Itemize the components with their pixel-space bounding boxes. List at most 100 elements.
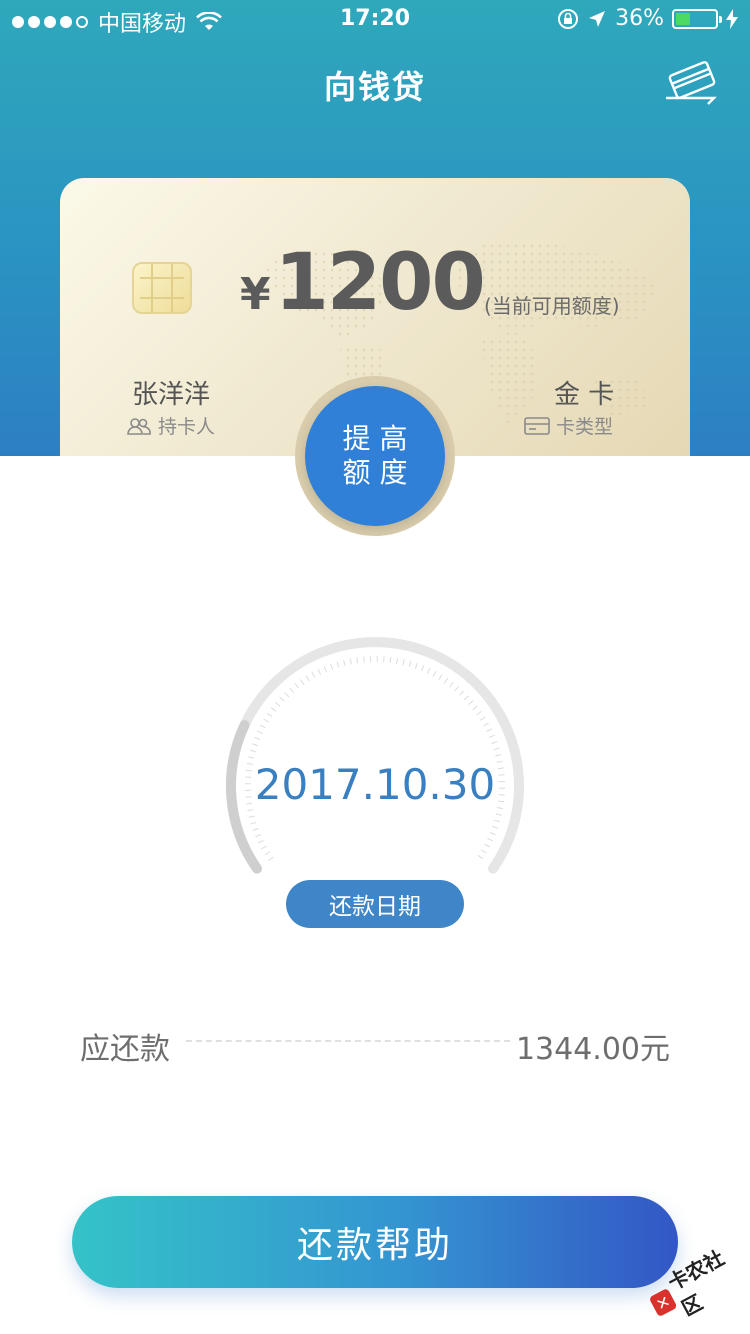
gauge-tick xyxy=(248,815,255,818)
people-icon xyxy=(127,417,151,435)
status-bar: 中国移动 17:20 36% xyxy=(0,0,750,40)
repay-amount-label: 应还款 xyxy=(80,1032,170,1067)
available-amount: ¥ 1200 xyxy=(240,238,486,328)
gauge-tick xyxy=(247,809,254,812)
gauge-tick xyxy=(408,660,412,667)
gauge-tick xyxy=(248,756,255,759)
gauge-tick xyxy=(289,687,294,693)
repay-amount-row: 应还款 1344.00元 xyxy=(80,1022,670,1067)
card-icon[interactable] xyxy=(664,58,720,106)
gauge-arc xyxy=(226,637,524,874)
raise-limit-button[interactable]: 提 高 额 度 xyxy=(305,386,445,526)
gauge-tick xyxy=(459,690,465,696)
location-icon xyxy=(589,10,606,27)
status-right: 36% xyxy=(557,6,738,31)
gauge-tick xyxy=(486,728,493,733)
gauge-tick xyxy=(268,856,274,862)
gauge-tick xyxy=(252,827,259,831)
card-type-icon xyxy=(524,416,550,435)
gauge-tick xyxy=(468,700,474,705)
gauge-tick xyxy=(489,832,496,836)
gauge-tick xyxy=(493,747,500,751)
gauge-tick xyxy=(311,672,316,678)
gauge-tick xyxy=(263,718,269,723)
gauge-tick xyxy=(270,707,277,712)
currency-symbol: ¥ xyxy=(240,269,271,320)
gauge-tick xyxy=(396,657,399,664)
repay-dashed-divider xyxy=(186,1040,510,1042)
gauge-tick xyxy=(264,851,271,856)
gauge-tick xyxy=(449,681,454,688)
due-date-label: 还款日期 xyxy=(286,880,464,928)
charging-bolt-icon xyxy=(726,8,738,29)
gauge-tick xyxy=(356,657,359,664)
gauge-tick xyxy=(323,666,327,673)
gauge-tick xyxy=(414,662,418,669)
gauge-tick xyxy=(472,705,478,711)
due-date-value: 2017.10.30 xyxy=(254,760,496,809)
gauge-tick xyxy=(443,677,449,684)
raise-limit-line2: 额 度 xyxy=(342,456,408,489)
gauge-tick xyxy=(421,665,425,672)
repay-amount-value: 1344.00元 xyxy=(515,1032,670,1067)
raise-limit-line1: 提 高 xyxy=(342,422,408,455)
card-chip-icon xyxy=(132,262,192,314)
page-title: 向钱贷 xyxy=(323,68,426,106)
gauge-tick xyxy=(483,722,489,727)
gauge-tick xyxy=(256,730,263,735)
gauge-tick xyxy=(495,813,502,816)
gauge-tick xyxy=(481,849,487,854)
gauge-tick xyxy=(259,724,266,729)
gauge-tick xyxy=(389,656,392,663)
gauge-ticks xyxy=(244,655,506,862)
gauge-tick xyxy=(426,667,431,674)
battery-fill xyxy=(676,12,690,25)
rotation-lock-icon xyxy=(558,8,579,29)
card-holder-label: 持卡人 xyxy=(158,416,216,438)
gauge-tick xyxy=(284,692,290,698)
gauge-tick xyxy=(266,712,273,718)
gauge-tick xyxy=(402,659,405,666)
gauge-tick xyxy=(432,670,437,677)
amount-value: 1200 xyxy=(274,238,486,328)
gauge-tick xyxy=(454,686,459,692)
gauge-tick xyxy=(492,825,499,829)
gauge-tick xyxy=(299,679,305,685)
gauge-tick xyxy=(250,821,257,825)
due-date-gauge xyxy=(226,637,524,874)
battery-percent: 36% xyxy=(615,6,664,31)
gauge-tick xyxy=(279,696,285,702)
gauge-tick xyxy=(494,819,501,823)
gauge-tick xyxy=(487,837,494,842)
gauge-tick xyxy=(254,736,261,740)
gauge-tick xyxy=(317,668,322,675)
gauge-tick xyxy=(255,834,262,838)
repay-help-button[interactable]: 还款帮助 xyxy=(72,1196,678,1288)
gauge-tick xyxy=(488,734,495,738)
gauge-tick xyxy=(349,658,352,665)
gauge-tick xyxy=(495,754,502,757)
gauge-tick xyxy=(275,702,281,707)
card-type-label: 卡类型 xyxy=(556,416,614,438)
gauge-tick xyxy=(463,695,469,701)
card-holder-name: 张洋洋 xyxy=(132,380,211,410)
gauge-tick xyxy=(363,656,365,663)
card-holder-caption: 持卡人 xyxy=(126,412,215,439)
gauge-tick xyxy=(251,743,258,747)
gauge-tick xyxy=(476,710,482,716)
gauge-tick xyxy=(343,659,346,666)
gauge-tick xyxy=(477,854,484,860)
gauge-tick xyxy=(491,741,498,745)
card-type-caption: 卡类型 xyxy=(524,412,613,439)
gauge-tick xyxy=(479,716,486,721)
gauge-tick xyxy=(249,749,256,753)
battery-icon xyxy=(672,8,722,29)
gauge-tick xyxy=(330,663,334,670)
gauge-tick xyxy=(383,656,385,663)
amount-label: (当前可用额度) xyxy=(484,294,620,318)
gauge-tick xyxy=(305,675,310,682)
gauge-tick xyxy=(294,683,300,689)
gauge-tick xyxy=(438,674,443,680)
gauge-tick xyxy=(261,845,267,850)
gauge-tick xyxy=(484,843,491,848)
